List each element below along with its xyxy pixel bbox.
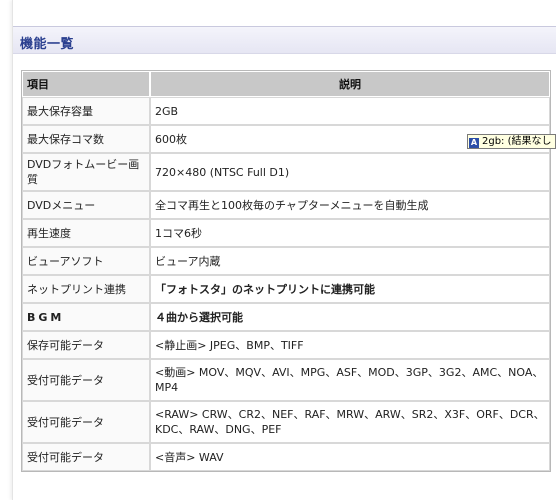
table-row: 再生速度 1コマ6秒: [22, 219, 550, 247]
table-row: ビューアソフト ビューア内蔵: [22, 247, 550, 275]
row-item: BGM: [22, 303, 150, 331]
row-item: DVDフォトムービー画質: [22, 153, 150, 191]
section-header: 機能一覧: [13, 26, 556, 54]
header-description: 説明: [150, 71, 550, 97]
row-item: ビューアソフト: [22, 247, 150, 275]
row-description: <音声> WAV: [150, 443, 550, 471]
row-item: 保存可能データ: [22, 331, 150, 359]
content-panel: 機能一覧 項目 説明 最大保存容量 2GB 最大保存コマ数 600枚 DVDフォ…: [12, 0, 556, 500]
row-description: 全コマ再生と100枚毎のチャプターメニューを自動生成: [150, 191, 550, 219]
search-result-icon: A: [469, 138, 479, 148]
row-description: ビューア内蔵: [150, 247, 550, 275]
row-item: 最大保存コマ数: [22, 125, 150, 153]
row-item: 最大保存容量: [22, 97, 150, 125]
table-header-row: 項目 説明: [22, 71, 550, 97]
table-row: 最大保存容量 2GB: [22, 97, 550, 125]
feature-table: 項目 説明 最大保存容量 2GB 最大保存コマ数 600枚 DVDフォトムービー…: [21, 70, 551, 472]
row-item: 受付可能データ: [22, 401, 150, 443]
row-description: 「フォトスタ」のネットプリントに連携可能: [150, 275, 550, 303]
search-tooltip: A 2gb: (結果なし: [467, 134, 556, 149]
table-row: DVDフォトムービー画質 720×480 (NTSC Full D1): [22, 153, 550, 191]
header-item: 項目: [22, 71, 150, 97]
row-item: 受付可能データ: [22, 359, 150, 401]
table-row: ネットプリント連携 「フォトスタ」のネットプリントに連携可能: [22, 275, 550, 303]
row-description: 2GB: [150, 97, 550, 125]
table-row: 受付可能データ <音声> WAV: [22, 443, 550, 471]
row-description: <動画> MOV、MQV、AVI、MPG、ASF、MOD、3GP、3G2、AMC…: [150, 359, 550, 401]
table-row: 受付可能データ <RAW> CRW、CR2、NEF、RAF、MRW、ARW、SR…: [22, 401, 550, 443]
table-row: 保存可能データ <静止画> JPEG、BMP、TIFF: [22, 331, 550, 359]
row-description: <RAW> CRW、CR2、NEF、RAF、MRW、ARW、SR2、X3F、OR…: [150, 401, 550, 443]
row-item: 受付可能データ: [22, 443, 150, 471]
row-description: ４曲から選択可能: [150, 303, 550, 331]
section-title: 機能一覧: [20, 37, 75, 52]
row-description: 720×480 (NTSC Full D1): [150, 153, 550, 191]
row-item: ネットプリント連携: [22, 275, 150, 303]
page: 機能一覧 項目 説明 最大保存容量 2GB 最大保存コマ数 600枚 DVDフォ…: [0, 0, 556, 500]
tooltip-text: 2gb: (結果なし: [482, 136, 552, 147]
row-item: 再生速度: [22, 219, 150, 247]
row-item: DVDメニュー: [22, 191, 150, 219]
table-row: 受付可能データ <動画> MOV、MQV、AVI、MPG、ASF、MOD、3GP…: [22, 359, 550, 401]
row-description: <静止画> JPEG、BMP、TIFF: [150, 331, 550, 359]
table-row: DVDメニュー 全コマ再生と100枚毎のチャプターメニューを自動生成: [22, 191, 550, 219]
row-description: 1コマ6秒: [150, 219, 550, 247]
table-row: BGM ４曲から選択可能: [22, 303, 550, 331]
